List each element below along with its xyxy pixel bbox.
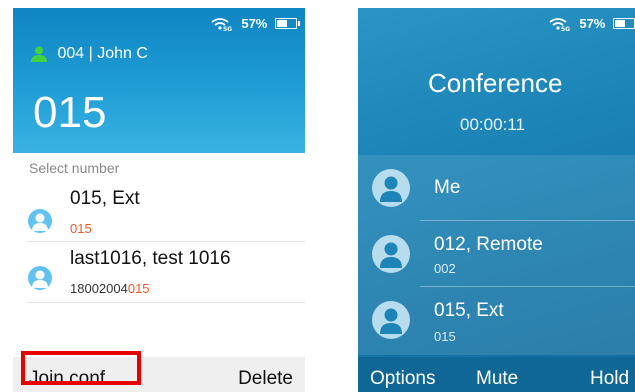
candidate-name: last1016, test 1016 (70, 248, 231, 269)
svg-text:5G: 5G (561, 26, 570, 31)
wifi-5g-icon: 5G (549, 17, 570, 31)
participant-number: 002 (434, 261, 456, 276)
participant-avatar-icon (372, 169, 410, 207)
battery-percent: 57% (241, 16, 268, 32)
participant-item[interactable]: 012, Remote 002 (358, 221, 635, 287)
status-bar: 5G 57% (211, 15, 300, 32)
conference-title: Conference (428, 68, 563, 98)
line-account-label: 004 | John C (57, 45, 148, 62)
hold-softkey[interactable]: Hold (590, 368, 629, 390)
line-person-icon (31, 46, 47, 62)
delete-softkey[interactable]: Delete (238, 368, 293, 390)
candidate-number: 18002004015 (70, 281, 150, 296)
select-number-label: Select number (29, 160, 120, 176)
svg-text:5G: 5G (223, 26, 232, 31)
dialing-screen: 5G 57% 004 | John C 015 Select number 01… (13, 8, 305, 392)
number-match: 015 (127, 281, 150, 296)
candidate-name: 015, Ext (70, 188, 140, 209)
battery-percent: 57% (579, 16, 606, 32)
number-match: 015 (70, 221, 92, 236)
battery-icon (275, 18, 300, 30)
options-softkey[interactable]: Options (370, 368, 435, 390)
dialed-number: 015 (33, 88, 107, 137)
candidate-item[interactable]: 015, Ext 015 (13, 186, 305, 242)
contact-avatar-icon (28, 266, 52, 290)
participant-list: Me 012, Remote 002 015, Ext 015 (358, 155, 635, 355)
mute-softkey[interactable]: Mute (476, 368, 518, 390)
divider (27, 302, 305, 303)
softkey-bar: Join conf Delete (13, 357, 305, 392)
dial-header: 5G 57% 004 | John C 015 (13, 8, 305, 153)
participant-item[interactable]: 015, Ext 015 (358, 287, 635, 353)
conference-screen: 5G 57% Conference 00:00:11 Me 012, Remot… (358, 8, 635, 392)
participant-name: 015, Ext (434, 300, 504, 321)
contact-avatar-icon (28, 209, 52, 233)
participant-avatar-icon (372, 235, 410, 273)
status-bar: 5G 57% (549, 15, 635, 31)
battery-icon (613, 18, 635, 30)
join-conf-softkey[interactable]: Join conf (29, 368, 105, 390)
divider (27, 241, 305, 242)
participant-item[interactable]: Me (358, 155, 635, 221)
wifi-5g-icon: 5G (211, 17, 232, 31)
call-timer: 00:00:11 (460, 115, 525, 134)
participant-avatar-icon (372, 301, 410, 339)
participant-name: 012, Remote (434, 234, 543, 255)
candidate-number: 015 (70, 221, 92, 236)
participant-number: 015 (434, 329, 456, 344)
participant-name: Me (434, 177, 461, 198)
candidate-item[interactable]: last1016, test 1016 18002004015 (13, 246, 305, 303)
softkey-bar: Options Mute Hold (358, 357, 635, 392)
active-line: 004 | John C (31, 45, 148, 63)
